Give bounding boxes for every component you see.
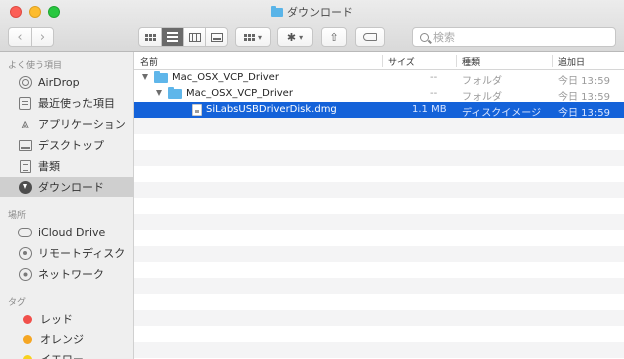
sidebar-item-label: 書類 (38, 160, 60, 173)
sidebar-item-label: オレンジ (40, 333, 84, 346)
disk-image-icon (192, 104, 202, 116)
folder-icon (271, 6, 283, 17)
toolbar: ダウンロード ‹ › ▾ ✱ ▾ ⇧ 検索 (0, 0, 624, 52)
sidebar-item-label: デスクトップ (38, 139, 104, 152)
sidebar-item-icloud-drive[interactable]: iCloud Drive (0, 222, 134, 242)
back-button[interactable]: ‹ (9, 28, 31, 46)
sidebar-item-downloads[interactable]: ダウンロード (0, 177, 134, 197)
column-view-button[interactable] (183, 28, 205, 46)
yellow-tag-icon (20, 352, 34, 359)
downloads-icon (18, 180, 32, 194)
share-button[interactable]: ⇧ (321, 27, 347, 47)
list-icon (167, 32, 178, 42)
sidebar-item-label: リモートディスク (38, 247, 126, 260)
sidebar: よく使う項目 AirDrop 最近使った項目 ⩓ アプリケーション デスクトップ… (0, 52, 134, 359)
disclosure-triangle-icon[interactable] (156, 90, 162, 96)
file-date: 今日 13:59 (558, 76, 610, 87)
file-kind: ディスクイメージ (462, 108, 542, 119)
sidebar-item-label: レッド (40, 313, 73, 326)
navigation-buttons: ‹ › (8, 27, 54, 47)
sidebar-item-label: 最近使った項目 (38, 97, 115, 110)
sidebar-item-desktop[interactable]: デスクトップ (0, 135, 134, 155)
sidebar-item-label: AirDrop (38, 75, 80, 89)
column-header: 名前 サイズ 種類 追加日 (134, 52, 624, 70)
edit-tags-button[interactable] (355, 27, 385, 47)
folder-icon (168, 87, 182, 99)
folder-icon (154, 71, 168, 83)
table-row[interactable]: SiLabsUSBDriverDisk.dmg 1.1 MB ディスクイメージ … (134, 102, 624, 119)
disclosure-triangle-icon[interactable] (142, 74, 148, 80)
list-view-button[interactable] (161, 28, 183, 46)
file-size: -- (430, 88, 438, 99)
sidebar-item-airdrop[interactable]: AirDrop (0, 72, 134, 92)
chevron-down-icon: ▾ (299, 32, 304, 42)
airdrop-icon (18, 75, 32, 89)
search-placeholder: 検索 (433, 31, 455, 44)
file-list: 名前 サイズ 種類 追加日 Mac_OSX_VCP_Driver -- フォルダ… (134, 52, 624, 359)
network-icon (18, 267, 32, 281)
group-by-button[interactable]: ▾ (235, 27, 271, 47)
action-menu-button[interactable]: ✱ ▾ (277, 27, 313, 47)
file-kind: フォルダ (462, 92, 502, 103)
window-title: ダウンロード (0, 4, 624, 20)
tag-icon (363, 33, 377, 41)
chevron-down-icon: ▾ (257, 32, 262, 42)
file-name: SiLabsUSBDriverDisk.dmg (206, 104, 337, 115)
sidebar-item-tag-yellow[interactable]: イエロー (0, 349, 134, 359)
sidebar-item-label: アプリケーション (38, 118, 126, 131)
file-kind: フォルダ (462, 76, 502, 87)
file-size: -- (430, 72, 438, 83)
window-title-text: ダウンロード (287, 6, 353, 19)
sidebar-item-label: ダウンロード (38, 181, 104, 194)
sidebar-item-tag-orange[interactable]: オレンジ (0, 329, 134, 349)
file-date: 今日 13:59 (558, 108, 610, 119)
column-kind-header[interactable]: 種類 (462, 55, 480, 68)
sidebar-item-label: iCloud Drive (38, 225, 106, 239)
recents-icon (18, 96, 32, 110)
orange-tag-icon (20, 332, 34, 346)
tags-heading: タグ (8, 298, 27, 308)
sidebar-item-network[interactable]: ネットワーク (0, 264, 134, 284)
file-name: Mac_OSX_VCP_Driver (186, 88, 293, 99)
red-tag-icon (20, 312, 34, 326)
sidebar-item-remote-disc[interactable]: リモートディスク (0, 243, 134, 263)
search-field[interactable]: 検索 (412, 27, 616, 47)
chevron-left-icon: ‹ (17, 29, 23, 45)
gallery-view-button[interactable] (205, 28, 227, 46)
sidebar-item-label: ネットワーク (38, 268, 104, 281)
applications-icon: ⩓ (21, 116, 29, 132)
sidebar-item-label: イエロー (40, 351, 84, 359)
search-icon (420, 32, 429, 42)
sidebar-item-tag-red[interactable]: レッド (0, 309, 134, 329)
file-date: 今日 13:59 (558, 92, 610, 103)
view-mode-control (138, 27, 228, 47)
documents-icon (18, 159, 32, 173)
icon-view-button[interactable] (139, 28, 161, 46)
file-name: Mac_OSX_VCP_Driver (172, 72, 279, 83)
gear-icon: ✱ (286, 30, 297, 44)
grid-icon (243, 33, 255, 41)
forward-button[interactable]: › (30, 28, 53, 46)
file-size: 1.1 MB (412, 104, 447, 115)
gallery-icon (210, 32, 223, 42)
grid-icon (144, 33, 156, 41)
table-row[interactable]: Mac_OSX_VCP_Driver -- フォルダ 今日 13:59 (134, 86, 624, 103)
column-date-header[interactable]: 追加日 (558, 55, 585, 68)
share-icon: ⇧ (329, 30, 339, 44)
favorites-heading: よく使う項目 (8, 61, 63, 71)
sidebar-item-recents[interactable]: 最近使った項目 (0, 93, 134, 113)
sidebar-item-applications[interactable]: ⩓ アプリケーション (0, 114, 134, 134)
columns-icon (188, 32, 201, 42)
table-row[interactable]: Mac_OSX_VCP_Driver -- フォルダ 今日 13:59 (134, 70, 624, 87)
locations-heading: 場所 (8, 211, 27, 221)
chevron-right-icon: › (39, 29, 46, 45)
column-size-header[interactable]: サイズ (388, 55, 415, 68)
desktop-icon (18, 138, 32, 152)
sidebar-item-documents[interactable]: 書類 (0, 156, 134, 176)
icloud-icon (18, 225, 32, 239)
remote-disc-icon (18, 246, 32, 260)
column-name-header[interactable]: 名前 (140, 55, 158, 68)
